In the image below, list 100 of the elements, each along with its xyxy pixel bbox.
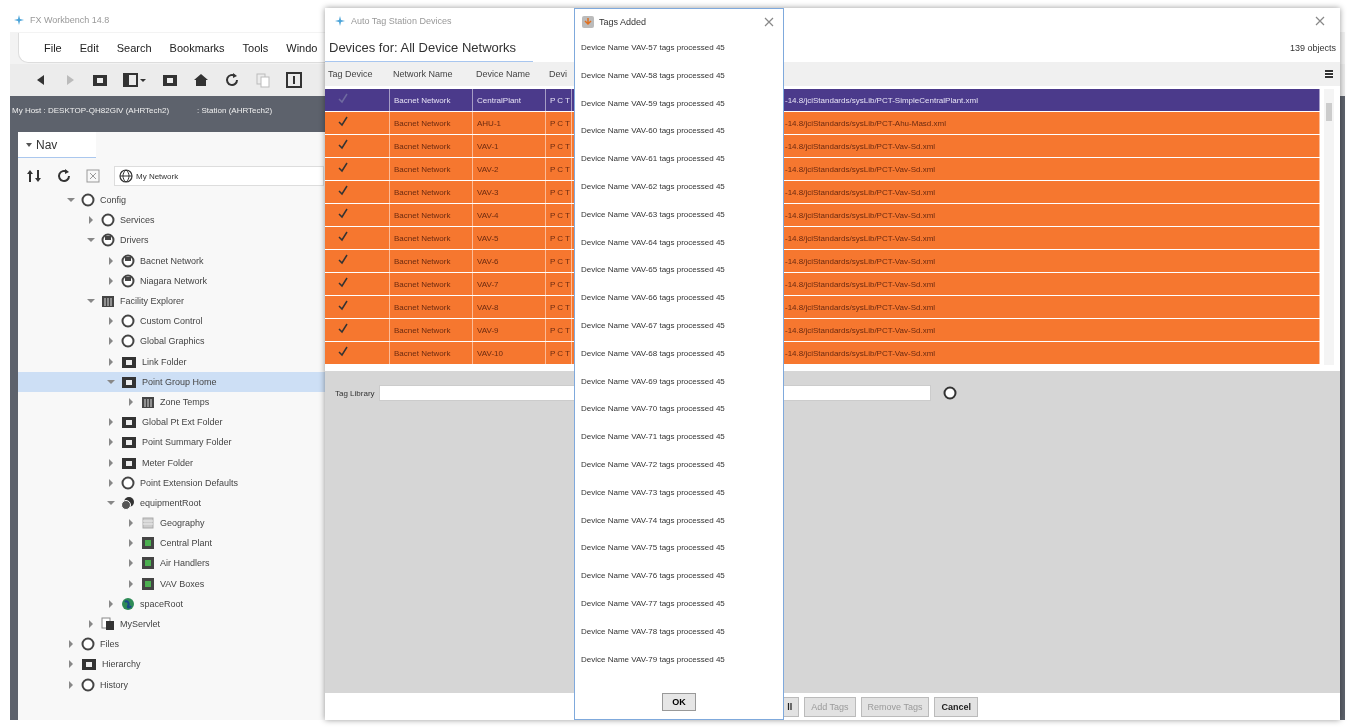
expand-arrow-icon[interactable]	[126, 538, 136, 549]
close-icon[interactable]	[86, 169, 100, 183]
close-icon[interactable]	[763, 16, 775, 28]
log-line: Device Name VAV-73 tags processed 45	[581, 487, 726, 499]
expand-arrow-icon[interactable]	[86, 619, 96, 630]
table-cell: PCT	[546, 204, 572, 226]
refresh-icon[interactable]	[224, 72, 240, 88]
folder-icon[interactable]	[92, 73, 108, 87]
driver-icon	[121, 273, 135, 288]
expand-arrow-icon[interactable]	[106, 417, 116, 428]
menu-icon[interactable]	[1324, 69, 1334, 79]
object-count: 139 objects	[1289, 43, 1336, 53]
nav-tab[interactable]: Nav	[18, 132, 96, 158]
menu-item[interactable]: File	[35, 41, 71, 54]
tree-item[interactable]: Geography	[18, 513, 325, 534]
tree-item[interactable]: Global Graphics	[18, 331, 325, 352]
copy-icon[interactable]	[255, 72, 271, 88]
site-icon	[141, 556, 155, 571]
globe-icon	[121, 596, 135, 611]
menu-item[interactable]: Bookmarks	[160, 41, 234, 54]
tree-item[interactable]: VAV Boxes	[18, 573, 325, 594]
scrollbar[interactable]	[1324, 89, 1334, 365]
menu-item[interactable]: Windo	[277, 41, 327, 54]
table-cell: Bacnet Network	[390, 250, 473, 272]
expand-arrow-icon[interactable]	[66, 639, 76, 650]
folder-icon	[121, 415, 137, 430]
window-icon[interactable]	[123, 73, 147, 87]
tree-item[interactable]: MyServlet	[18, 613, 325, 635]
home-icon[interactable]	[193, 73, 209, 87]
tree-item[interactable]: Zone Temps	[18, 391, 325, 413]
menu-item[interactable]: Tools	[233, 41, 278, 54]
expand-arrow-icon[interactable]	[106, 336, 116, 347]
menu-item[interactable]: Edit	[70, 41, 108, 54]
expand-arrow-icon[interactable]	[66, 679, 76, 690]
column-header[interactable]: Network Name	[390, 69, 473, 79]
circle-button-icon[interactable]	[942, 386, 957, 400]
table-cell: PCT	[546, 112, 572, 134]
table-cell: VAV-9	[473, 319, 546, 341]
tree-item[interactable]: Niagara Network	[18, 270, 325, 291]
tree-item[interactable]: equipmentRoot	[18, 492, 325, 513]
refresh-icon[interactable]	[56, 168, 72, 184]
tree-item[interactable]: Global Pt Ext Folder	[18, 412, 325, 433]
table-cell: VAV-10	[473, 342, 546, 364]
table-cell: Bacnet Network	[390, 204, 473, 226]
log-line: Device Name VAV-77 tags processed 45	[581, 598, 726, 610]
tree-item[interactable]: Custom Control	[18, 311, 325, 332]
expand-arrow-icon[interactable]	[86, 215, 96, 226]
column-header[interactable]: Devi	[546, 69, 572, 79]
expand-arrow-icon[interactable]	[126, 518, 136, 529]
column-header[interactable]: Tag Device	[325, 69, 390, 79]
folder-grid-icon	[101, 294, 115, 309]
sort-icon[interactable]	[26, 169, 42, 183]
table-cell: PCT	[546, 135, 572, 157]
log-line: Device Name VAV-68 tags processed 45	[581, 348, 726, 360]
tree-item[interactable]: History	[18, 674, 325, 695]
tree-item[interactable]: Point Extension Defaults	[18, 472, 325, 493]
panel-icon[interactable]	[286, 72, 302, 88]
expand-arrow-icon[interactable]	[106, 477, 116, 488]
log-line: Device Name VAV-71 tags processed 45	[581, 432, 726, 444]
tree-item[interactable]: Bacnet Network	[18, 250, 325, 271]
location-dropdown[interactable]: My Network	[114, 166, 324, 186]
table-cell: VAV-8	[473, 296, 546, 318]
expand-arrow-icon[interactable]	[126, 396, 136, 407]
close-icon[interactable]	[1314, 15, 1326, 27]
folder-icon[interactable]	[162, 73, 178, 87]
table-cell: VAV-2	[473, 158, 546, 180]
tree-item[interactable]: spaceRoot	[18, 593, 325, 614]
tree-item[interactable]: Point Summary Folder	[18, 432, 325, 453]
tree-item[interactable]: Config	[18, 190, 325, 211]
tree-item[interactable]: Hierarchy	[18, 654, 325, 675]
dialog-button[interactable]: Cancel	[934, 696, 978, 717]
log-line: Device Name VAV-64 tags processed 45	[581, 237, 726, 249]
tree-item[interactable]: Drivers	[18, 230, 325, 251]
expand-arrow-icon[interactable]	[106, 457, 116, 468]
expand-arrow-icon[interactable]	[106, 316, 116, 327]
expand-arrow-icon[interactable]	[106, 437, 116, 448]
tree-item[interactable]: Point Group Home	[18, 371, 325, 392]
table-cell: Bacnet Network	[390, 273, 473, 295]
column-header[interactable]: Device Name	[473, 69, 546, 79]
tree-item[interactable]: Link Folder	[18, 351, 325, 372]
ok-button[interactable]: OK	[662, 693, 696, 711]
expand-arrow-icon[interactable]	[126, 558, 136, 569]
tree-item[interactable]: Air Handlers	[18, 553, 325, 574]
expand-arrow-icon[interactable]	[66, 659, 76, 670]
table-cell: Bacnet Network	[390, 227, 473, 249]
expand-arrow-icon[interactable]	[106, 356, 116, 367]
expand-arrow-icon[interactable]	[126, 578, 136, 589]
tree-item[interactable]: Files	[18, 634, 325, 655]
table-cell: PCT	[546, 296, 572, 318]
grid-icon	[141, 516, 155, 531]
tree-item[interactable]: Meter Folder	[18, 452, 325, 473]
tree-item[interactable]: Central Plant	[18, 533, 325, 554]
tree-item[interactable]: Services	[18, 210, 325, 231]
menu-item[interactable]: Search	[107, 41, 161, 54]
expand-arrow-icon[interactable]	[106, 255, 116, 266]
expand-arrow-icon[interactable]	[106, 275, 116, 286]
tree-item[interactable]: Facility Explorer	[18, 290, 325, 312]
expand-arrow-icon[interactable]	[106, 598, 116, 609]
window-title: FX Workbench 14.8	[30, 15, 110, 25]
table-cell: PCT	[546, 227, 572, 249]
